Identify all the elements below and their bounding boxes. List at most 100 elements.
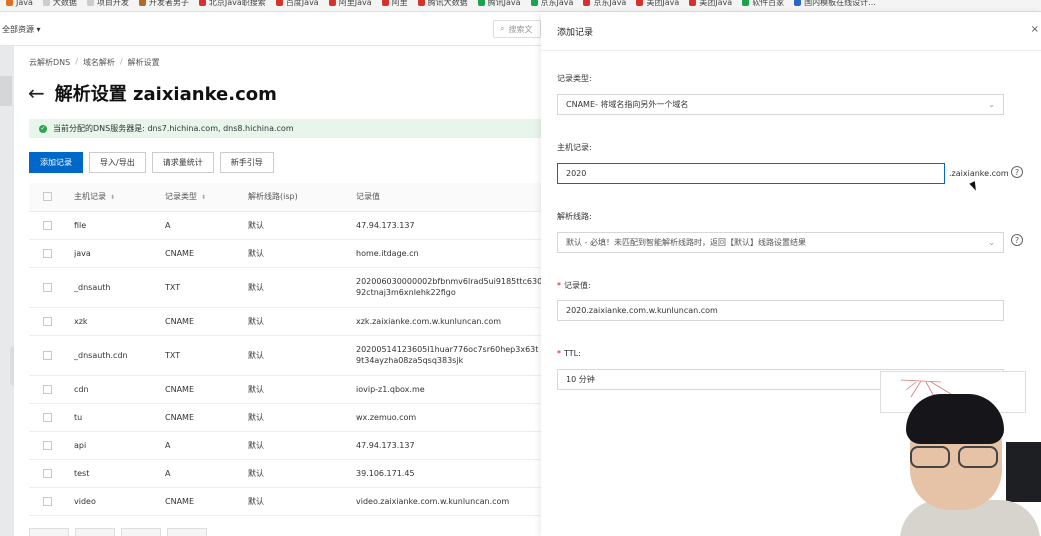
bookmark-item[interactable]: 大数据 [42, 0, 77, 7]
table-row[interactable]: tu CNAME 默认 wx.zemuo.com [29, 403, 541, 432]
record-type-label: 记录类型: [557, 74, 592, 83]
record-value-line: 9t34ayzha08za5qsq383sjk [356, 356, 464, 365]
breadcrumb-separator: / [119, 57, 123, 66]
cell-checkbox [29, 403, 74, 432]
chevron-down-icon: ⌄ [988, 238, 995, 247]
cell-line: 默认 [248, 403, 356, 432]
table-row[interactable]: test A 默认 39.106.171.45 [29, 459, 541, 488]
help-icon[interactable]: ? [1011, 166, 1023, 178]
side-tab[interactable] [0, 76, 12, 106]
table-row[interactable]: api A 默认 47.94.173.137 [29, 431, 541, 460]
resource-select[interactable]: 全部资源 ▾ [2, 24, 41, 35]
bookmark-favicon-icon [86, 0, 94, 6]
bookmark-favicon-icon [689, 0, 697, 6]
breadcrumb-item: 解析设置 [127, 58, 160, 67]
webcam-background [1006, 442, 1041, 502]
record-value-line: home.itdage.cn [356, 248, 419, 258]
table-row[interactable]: video CNAME 默认 video.zaixianke.com.w.kunlun… [29, 487, 541, 516]
sort-icon[interactable]: ⬍ [110, 194, 115, 201]
table-row[interactable]: xzk CNAME 默认 xzk.zaixianke.com.w.kunluncan.… [29, 307, 541, 336]
breadcrumb-item[interactable]: 云解析DNS [29, 57, 70, 68]
presenter-glasses [906, 446, 1006, 468]
host-input[interactable]: 2020 [557, 163, 945, 184]
search-input[interactable]: ⌕ 搜索文 [493, 20, 541, 38]
ttl-label: * TTL: [557, 349, 581, 358]
row-checkbox[interactable] [43, 468, 52, 478]
row-checkbox[interactable] [43, 412, 52, 422]
bookmark-item[interactable]: 京东Java [583, 0, 626, 7]
table-header-row: 主机记录 ⬍ 记录类型 ⬍ 解析线路(isp) 记录值 [29, 183, 541, 212]
bookmark-item[interactable]: 项目开发 [86, 0, 129, 7]
cell-checkbox [29, 459, 74, 488]
bookmarks-bar: Java 大数据 项目开发 开发者男子 北京Java职搜索 百度Java 阿里Java 阿里 腾… [0, 0, 1041, 12]
side-strip [0, 46, 20, 536]
record-value-line: iovip-z1.qbox.me [356, 384, 425, 394]
record-value-input[interactable]: 2020.zaixianke.com.w.kunluncan.com [557, 300, 1004, 321]
line-select[interactable]: 默认 - 必填！未匹配到智能解析线路时，返回【默认】线路设置结果 ⌄ [557, 232, 1004, 253]
bookmark-item[interactable]: 腾讯Java [477, 0, 521, 7]
row-checkbox[interactable] [43, 282, 52, 292]
bookmark-favicon-icon [583, 0, 591, 6]
row-checkbox[interactable] [43, 248, 52, 258]
bookmark-favicon-icon [742, 0, 750, 6]
table-row[interactable]: file A 默认 47.94.173.137 [29, 211, 541, 240]
bookmark-item[interactable]: 国内模板在线设计... [794, 0, 876, 7]
record-type-select[interactable]: CNAME- 将域名指向另外一个域名 ⌄ [557, 94, 1004, 115]
cell-line: 默认 [248, 487, 356, 516]
table-row[interactable]: _dnsauth.cdn TXT 默认 20200514123605l1huar776… [29, 335, 541, 376]
bookmark-item[interactable]: 美团Java [689, 0, 732, 7]
page-button[interactable] [121, 528, 161, 536]
back-arrow-icon[interactable]: ← [28, 83, 45, 103]
breadcrumb-separator: / [75, 57, 78, 66]
bookmark-item[interactable]: 腾讯大数据 [417, 0, 468, 7]
cell-value: 202006030000002bfbnmv6lrad5ui9185ttc630 9… [356, 267, 541, 308]
cell-value: wx.zemuo.com [356, 403, 541, 432]
request-stats-button[interactable]: 请求量统计 [151, 152, 214, 173]
page-button[interactable] [29, 528, 69, 536]
bookmark-favicon-icon [42, 0, 50, 6]
add-record-button[interactable]: 添加记录 [29, 152, 83, 173]
bookmark-item[interactable]: 阿里 [381, 0, 408, 7]
cell-line: 默认 [248, 375, 356, 404]
bookmark-label: 美团Java [699, 0, 733, 7]
row-checkbox[interactable] [43, 440, 52, 450]
header-host[interactable]: 主机记录 ⬍ [74, 183, 165, 212]
bookmark-item[interactable]: 百度Java [275, 0, 319, 7]
row-checkbox[interactable] [43, 350, 52, 360]
sort-icon[interactable]: ⬍ [201, 194, 206, 201]
help-icon[interactable]: ? [1011, 234, 1023, 246]
bookmark-item[interactable]: 美团Java [636, 0, 679, 7]
table-row[interactable]: java CNAME 默认 home.itdage.cn [29, 239, 541, 268]
table-row[interactable]: _dnsauth TXT 默认 202006030000002bfbnmv6lrad5… [29, 267, 541, 308]
page-button[interactable] [167, 528, 207, 536]
row-checkbox[interactable] [43, 496, 52, 506]
record-value-text: 2020.zaixianke.com.w.kunluncan.com [566, 306, 718, 315]
table-row[interactable]: cdn CNAME 默认 iovip-z1.qbox.me [29, 375, 541, 404]
required-mark: * [557, 349, 561, 358]
close-icon[interactable]: × [1031, 24, 1039, 35]
cell-line: 默认 [248, 459, 356, 488]
row-checkbox[interactable] [43, 316, 52, 326]
bookmark-item[interactable]: 京东Java [530, 0, 573, 7]
bookmark-item[interactable]: 阿里Java [328, 0, 372, 7]
row-checkbox[interactable] [43, 220, 52, 230]
bookmark-item[interactable]: Java [6, 0, 33, 7]
select-all-checkbox[interactable] [43, 192, 52, 202]
bookmark-item[interactable]: 开发者男子 [138, 0, 189, 7]
bookmark-item[interactable]: 北京Java职搜索 [198, 0, 266, 7]
bookmark-item[interactable]: 软件百家 [742, 0, 784, 7]
record-value-line: 20200514123605l1huar776oc7sr60hep3x63t [356, 345, 539, 354]
row-checkbox[interactable] [43, 384, 52, 394]
main-content: 云解析DNS / 域名解析 / 解析设置 ← 解析设置 zaixianke.co… [14, 46, 541, 536]
webcam-overlay [880, 380, 1041, 536]
header-type-label: 记录类型 [165, 192, 197, 202]
page-button[interactable] [75, 528, 115, 536]
console-topnav: 全部资源 ▾ ⌕ 搜索文 [0, 12, 541, 46]
line-label: 解析线路: [557, 212, 592, 221]
breadcrumb-item[interactable]: 域名解析 [83, 57, 115, 68]
guide-button[interactable]: 新手引导 [219, 152, 274, 173]
header-type[interactable]: 记录类型 ⬍ [165, 183, 248, 212]
import-export-button[interactable]: 导入/导出 [89, 152, 146, 173]
cell-host: file [74, 211, 165, 240]
cell-host: _dnsauth [74, 267, 165, 308]
